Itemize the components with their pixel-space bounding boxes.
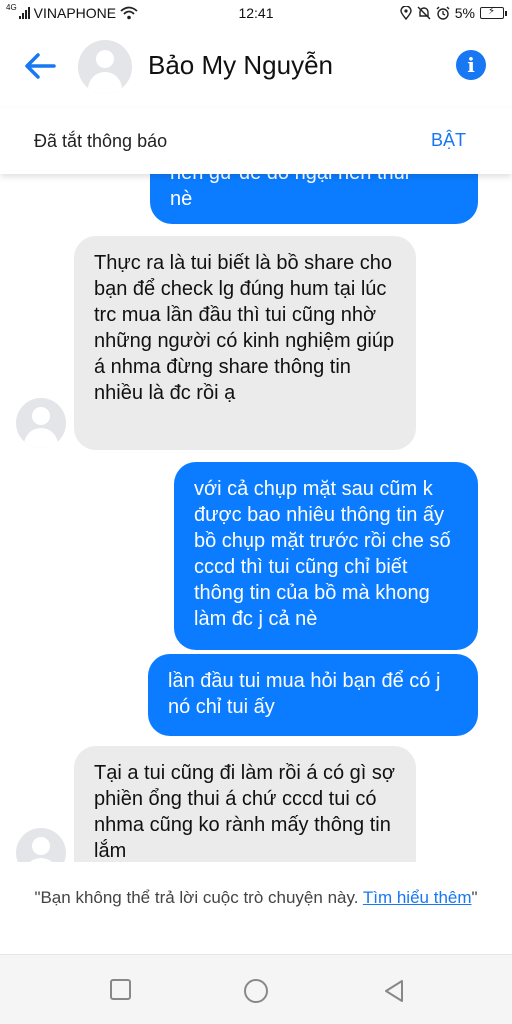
message-bubble-outgoing[interactable]: với cả chụp mặt sau cũm k được bao nhiêu…	[174, 462, 478, 650]
location-icon	[400, 6, 412, 20]
back-button[interactable]	[22, 48, 58, 84]
cannot-reply-text: "Bạn không thể trả lời cuộc trò chuyện n…	[34, 888, 363, 907]
triangle-back-icon	[385, 980, 403, 1002]
info-button[interactable]: i	[456, 50, 486, 80]
avatar-body	[24, 428, 58, 448]
battery-percent: 5%	[454, 5, 475, 21]
cannot-reply-suffix: "	[471, 888, 478, 907]
muted-notice-bar: Đã tắt thông báo BẬT	[0, 108, 512, 174]
message-bubble-outgoing[interactable]: nèn gừ dể do ngại nền thui nè	[150, 174, 478, 224]
avatar-body	[88, 72, 122, 94]
battery-charging-icon: ⚡	[480, 6, 507, 19]
sender-avatar[interactable]	[16, 828, 66, 862]
mute-bell-icon	[417, 6, 431, 20]
avatar-head	[32, 837, 50, 855]
avatar-head	[32, 407, 50, 425]
message-text: lần đầu tui mua hỏi bạn để có j nó chỉ t…	[168, 670, 441, 718]
conversation-header: Bảo My Nguyễn i	[0, 28, 512, 108]
unmute-button[interactable]: BẬT	[431, 130, 466, 151]
muted-notice-text: Đã tắt thông báo	[34, 131, 168, 151]
status-right: 5% ⚡	[400, 5, 507, 21]
cannot-reply-notice: "Bạn không thể trả lời cuộc trò chuyện n…	[0, 862, 512, 954]
system-navigation-bar	[0, 954, 512, 1024]
recent-apps-button[interactable]	[110, 979, 131, 1000]
system-back-button[interactable]	[382, 979, 406, 1003]
learn-more-link[interactable]: Tìm hiểu thêm	[363, 888, 472, 907]
sender-avatar[interactable]	[16, 398, 66, 448]
message-text: Thực ra là tui biết là bồ share cho bạn …	[94, 252, 395, 404]
arrow-left-icon	[25, 53, 56, 79]
message-bubble-incoming[interactable]: Tại a tui cũng đi làm rồi á có gì sợ phi…	[74, 746, 416, 862]
avatar-head	[96, 50, 114, 68]
contact-avatar[interactable]	[78, 40, 132, 94]
message-text: nèn gừ dể do ngại nền thui nè	[170, 174, 409, 210]
home-button[interactable]	[244, 979, 268, 1003]
alarm-icon	[436, 6, 450, 20]
message-list[interactable]: nèn gừ dể do ngại nền thui nè Thực ra là…	[0, 174, 512, 862]
message-bubble-incoming[interactable]: Thực ra là tui biết là bồ share cho bạn …	[74, 236, 416, 450]
message-text: Tại a tui cũng đi làm rồi á có gì sợ phi…	[94, 762, 396, 862]
status-bar: 4G VINAPHONE 12:41 5% ⚡	[0, 0, 512, 28]
message-bubble-outgoing[interactable]: lần đầu tui mua hỏi bạn để có j nó chỉ t…	[148, 654, 478, 736]
info-icon: i	[467, 53, 475, 77]
contact-name[interactable]: Bảo My Nguyễn	[148, 50, 333, 81]
message-text: với cả chụp mặt sau cũm k được bao nhiêu…	[194, 478, 451, 630]
